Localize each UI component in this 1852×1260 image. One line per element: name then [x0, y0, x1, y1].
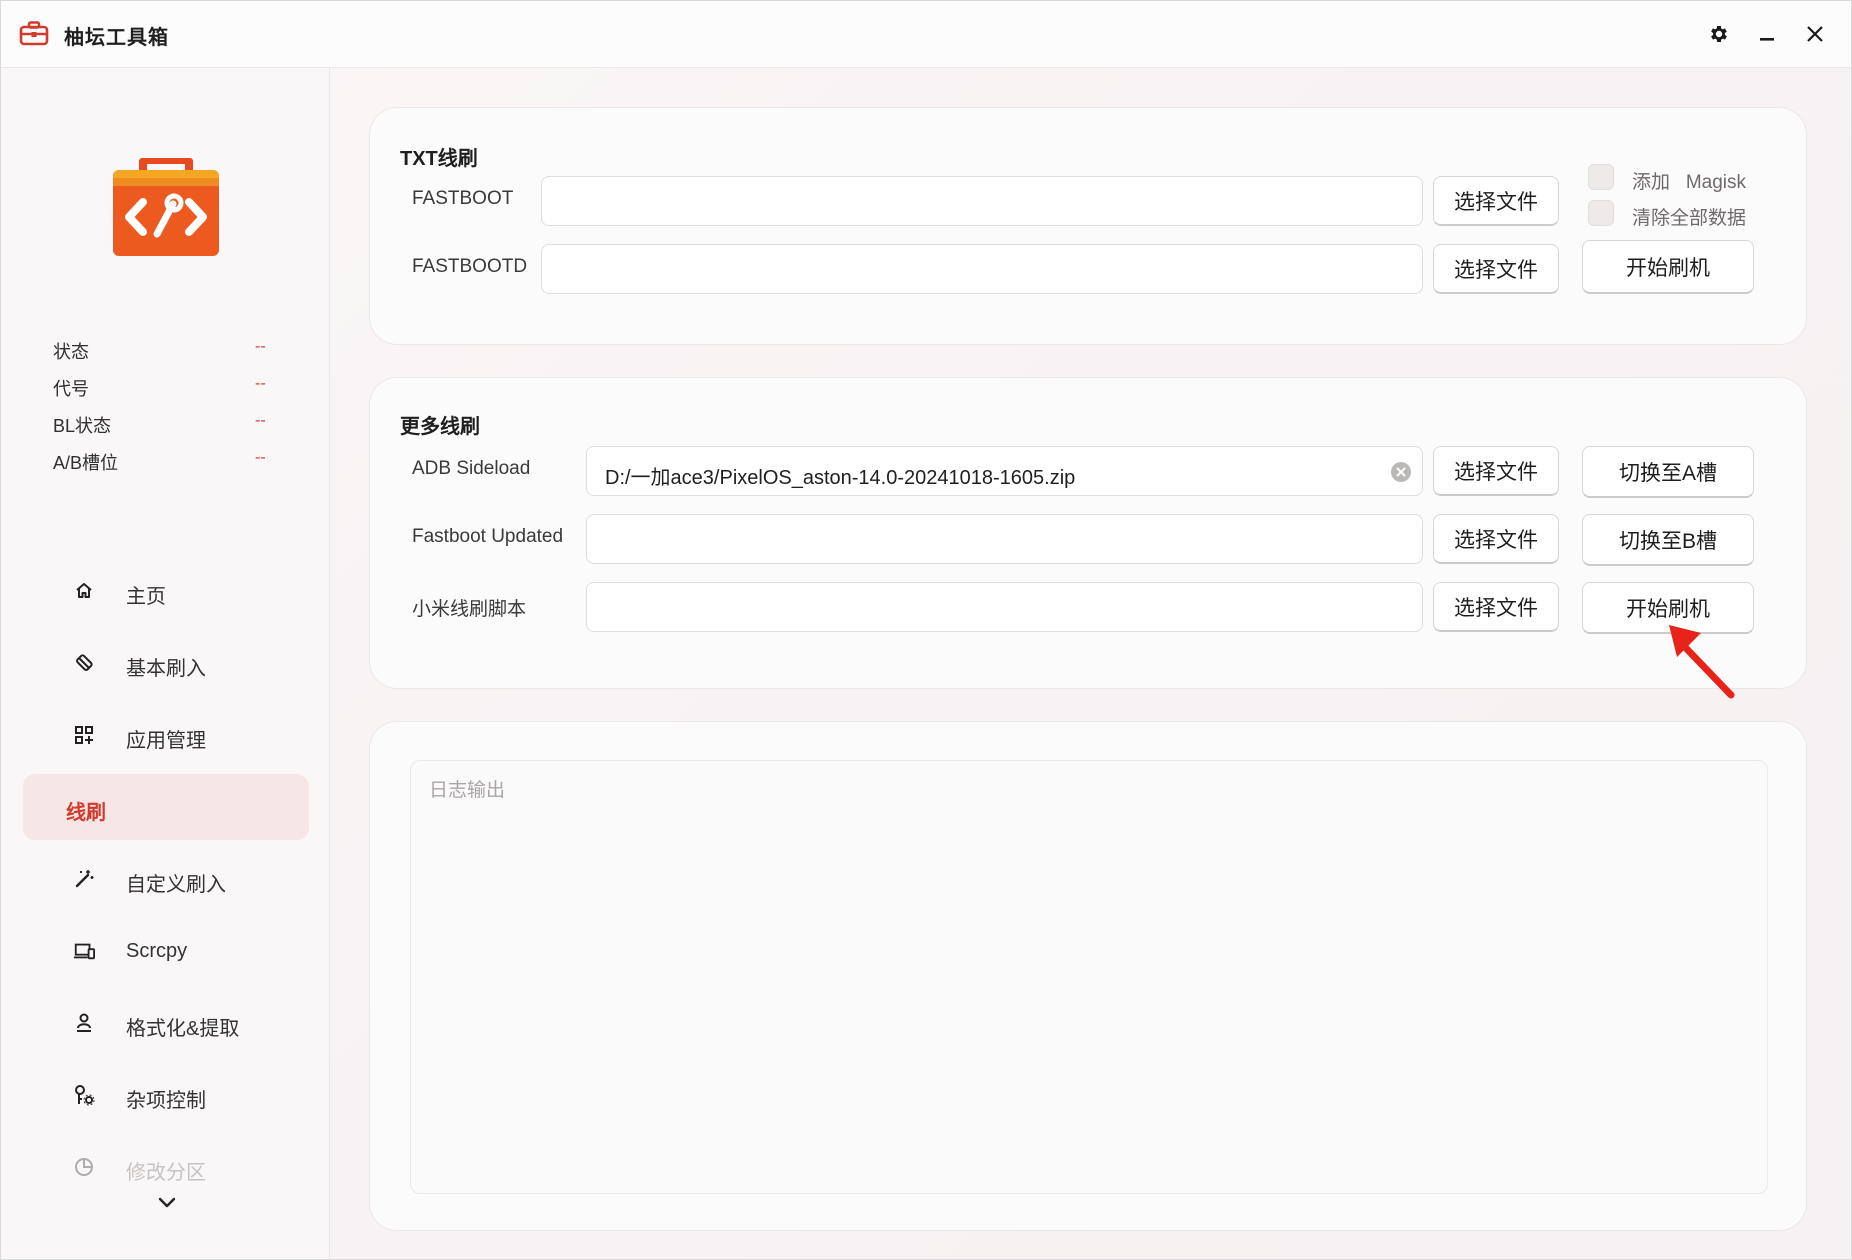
fastboot-path-input[interactable]	[541, 176, 1423, 226]
txt-flash-card: TXT线刷 FASTBOOT 选择文件 FASTBOOTD 选择文件 添加 Ma…	[369, 107, 1807, 345]
switch-slot-b-button[interactable]: 切换至B槽	[1582, 514, 1754, 566]
person-stamp-icon	[73, 1012, 95, 1034]
minimize-button[interactable]	[1749, 17, 1785, 51]
sidebar-item-format-extract[interactable]: 格式化&提取	[23, 990, 309, 1056]
pie-chart-icon	[73, 1156, 95, 1178]
sidebar-item-misc-control[interactable]: 杂项控制	[23, 1062, 309, 1128]
home-icon	[73, 580, 95, 602]
info-value: --	[255, 412, 266, 429]
log-placeholder: 日志输出	[429, 780, 506, 801]
sidebar-item-modify-partition[interactable]: 修改分区	[23, 1134, 309, 1200]
flash-icon	[73, 652, 95, 674]
sidebar: 状态 -- 代号 -- BL状态 -- A/B槽位 -- 主页 基本刷入 应用管…	[1, 68, 330, 1259]
fastboot-updated-path-input[interactable]	[586, 514, 1423, 564]
sidebar-item-home[interactable]: 主页	[23, 558, 309, 624]
info-label: BL状态	[53, 416, 112, 436]
log-output[interactable]: 日志输出	[410, 760, 1768, 1194]
clear-input-icon[interactable]	[1390, 461, 1412, 483]
sidebar-item-label: 主页	[126, 586, 166, 608]
log-card: 日志输出	[369, 721, 1807, 1231]
sidebar-item-label: 修改分区	[126, 1162, 206, 1184]
field-label: 小米线刷脚本	[412, 599, 527, 620]
minimize-icon	[1760, 38, 1774, 41]
gear-icon	[1711, 26, 1727, 42]
info-value: --	[255, 338, 266, 355]
info-row-status: 状态 --	[53, 338, 283, 375]
sidebar-item-line-flash[interactable]: 线刷	[23, 774, 309, 840]
field-label: FASTBOOT	[412, 188, 514, 209]
info-row-codename: 代号 --	[53, 375, 283, 412]
sidebar-item-label: 自定义刷入	[126, 874, 226, 896]
chevron-down-icon[interactable]	[155, 1192, 179, 1212]
info-value: --	[255, 375, 266, 392]
app-window: 柚坛工具箱 状态 -- 代号 -- BL状态 -- A/B槽位 -- 主页 基本…	[0, 0, 1852, 1260]
card-title: 更多线刷	[400, 416, 480, 438]
sidebar-item-scrcpy[interactable]: Scrcpy	[23, 918, 309, 984]
wrench-gear-icon	[73, 1084, 95, 1106]
apps-icon	[73, 724, 95, 746]
select-file-button[interactable]: 选择文件	[1433, 514, 1559, 564]
close-icon	[1807, 26, 1823, 42]
info-label: 代号	[53, 379, 89, 399]
sidebar-item-label: 格式化&提取	[126, 1018, 240, 1040]
sidebar-item-basic-flash[interactable]: 基本刷入	[23, 630, 309, 696]
sidebar-item-label: 线刷	[66, 802, 106, 824]
xiaomi-script-path-input[interactable]	[586, 582, 1423, 632]
screen-mirror-icon	[73, 940, 95, 962]
close-button[interactable]	[1797, 17, 1833, 51]
title-bar: 柚坛工具箱	[1, 1, 1851, 68]
add-magisk-checkbox[interactable]	[1588, 164, 1614, 190]
select-file-button[interactable]: 选择文件	[1433, 176, 1559, 226]
sidebar-item-label: 应用管理	[126, 730, 206, 752]
add-magisk-label: 添加 Magisk	[1632, 172, 1747, 193]
sidebar-item-custom-flash[interactable]: 自定义刷入	[23, 846, 309, 912]
fastbootd-path-input[interactable]	[541, 244, 1423, 294]
start-flash-button[interactable]: 开始刷机	[1582, 582, 1754, 634]
sidebar-item-label: 基本刷入	[126, 658, 206, 680]
wipe-data-label: 清除全部数据	[1632, 208, 1747, 229]
magic-wand-icon	[73, 868, 95, 890]
info-label: 状态	[53, 342, 89, 362]
toolbox-code-icon	[113, 158, 219, 256]
info-row-ab-slot: A/B槽位 --	[53, 449, 283, 486]
adb-sideload-path-text: D:/一加ace3/PixelOS_aston-14.0-20241018-16…	[605, 467, 1076, 489]
start-flash-button[interactable]: 开始刷机	[1582, 240, 1754, 294]
adb-sideload-path-input[interactable]: D:/一加ace3/PixelOS_aston-14.0-20241018-16…	[586, 446, 1423, 496]
sidebar-item-label: 杂项控制	[126, 1090, 206, 1112]
wipe-data-checkbox[interactable]	[1588, 200, 1614, 226]
field-label: FASTBOOTD	[412, 256, 528, 277]
more-flash-card: 更多线刷 ADB Sideload D:/一加ace3/PixelOS_asto…	[369, 377, 1807, 689]
info-label: A/B槽位	[53, 453, 119, 473]
select-file-button[interactable]: 选择文件	[1433, 244, 1559, 294]
device-info: 状态 -- 代号 -- BL状态 -- A/B槽位 --	[53, 338, 283, 486]
app-title: 柚坛工具箱	[64, 27, 169, 49]
settings-button[interactable]	[1701, 17, 1737, 51]
info-value: --	[255, 449, 266, 466]
info-row-bl-status: BL状态 --	[53, 412, 283, 449]
field-label: Fastboot Updated	[412, 526, 564, 547]
select-file-button[interactable]: 选择文件	[1433, 446, 1559, 496]
toolbox-icon	[19, 21, 49, 46]
sidebar-item-label: Scrcpy	[126, 940, 188, 962]
field-label: ADB Sideload	[412, 458, 531, 479]
sidebar-nav: 主页 基本刷入 应用管理 线刷 自定义刷入 Scrcpy 格式化&提取 杂项控制…	[23, 558, 309, 1206]
sidebar-item-app-manager[interactable]: 应用管理	[23, 702, 309, 768]
select-file-button[interactable]: 选择文件	[1433, 582, 1559, 632]
switch-slot-a-button[interactable]: 切换至A槽	[1582, 446, 1754, 498]
card-title: TXT线刷	[400, 148, 478, 170]
